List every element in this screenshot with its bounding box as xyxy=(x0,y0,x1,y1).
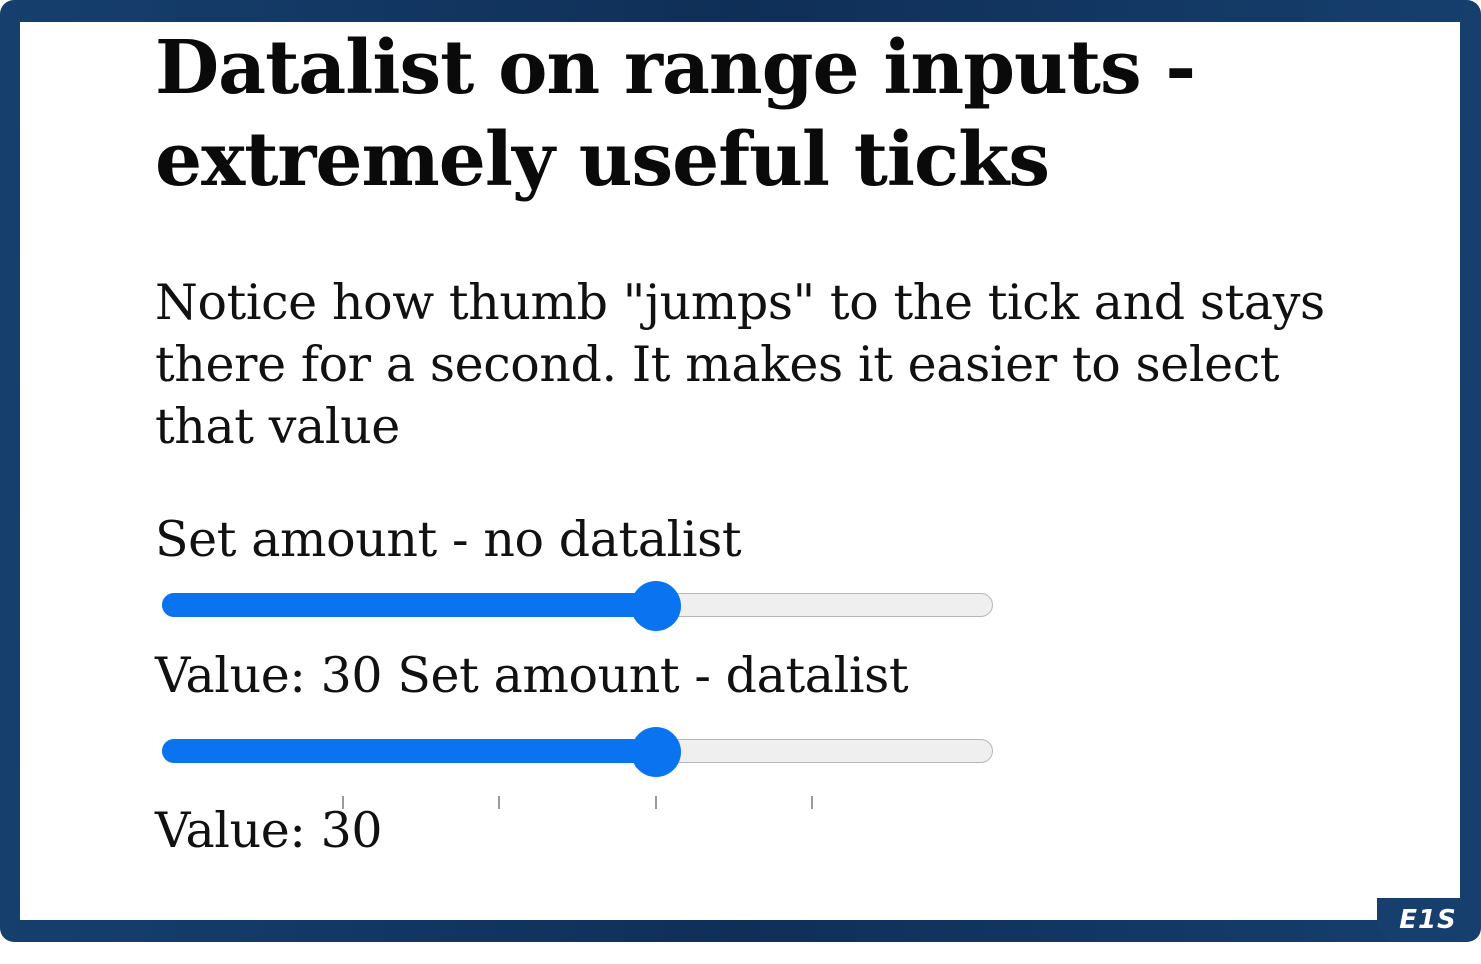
slider-label-datalist: Set amount - datalist xyxy=(397,647,909,704)
slider-fill xyxy=(162,739,658,763)
range-slider-no-datalist[interactable] xyxy=(162,581,995,631)
slider-thumb[interactable] xyxy=(630,581,681,631)
page-description: Notice how thumb "jumps" to the tick and… xyxy=(155,274,1325,455)
value-readout-no-datalist: Value: 30 xyxy=(155,647,383,704)
value-readout-datalist: Value: 30 xyxy=(155,802,383,859)
window-frame: Datalist on range inputs - extremely use… xyxy=(0,0,1481,942)
page-content: Datalist on range inputs - extremely use… xyxy=(20,22,1460,920)
page-title: Datalist on range inputs - extremely use… xyxy=(155,25,1196,203)
range-slider-datalist[interactable] xyxy=(162,727,995,809)
slider-thumb[interactable] xyxy=(630,727,681,777)
brand-badge: E1S xyxy=(1377,898,1479,942)
slider-label-no-datalist: Set amount - no datalist xyxy=(155,511,742,568)
slider-tick xyxy=(498,796,501,809)
article: Datalist on range inputs - extremely use… xyxy=(155,22,1415,859)
slider-fill xyxy=(162,593,658,617)
slider-tick xyxy=(810,796,813,809)
slider-tick xyxy=(654,796,657,809)
value-and-label-line: Value: 30 Set amount - datalist xyxy=(155,646,909,706)
